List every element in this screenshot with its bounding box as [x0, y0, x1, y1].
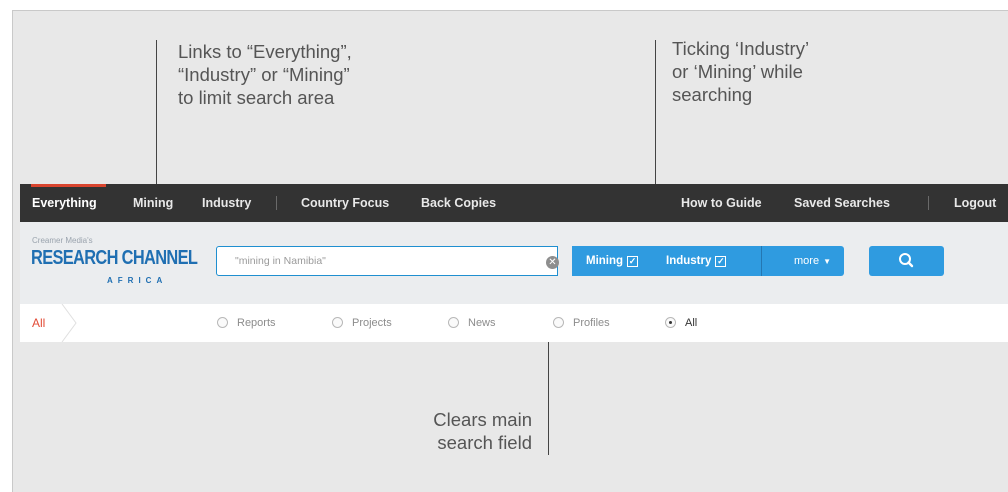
nav-everything[interactable]: Everything	[32, 184, 97, 222]
radio-unchecked-icon	[217, 316, 228, 328]
nav-saved-searches[interactable]: Saved Searches	[794, 184, 890, 222]
radio-news-label: News	[468, 317, 496, 329]
nav-divider	[276, 196, 277, 210]
search-button[interactable]	[869, 246, 944, 276]
checkbox-checked-icon: ✓	[627, 256, 639, 267]
checkbox-checked-icon: ✓	[715, 256, 727, 267]
caret-down-icon: ▼	[823, 257, 831, 266]
filter-divider	[761, 246, 762, 276]
result-type-row: All Reports Projects News Profiles All	[20, 304, 1008, 342]
more-label: more	[794, 255, 820, 267]
radio-all[interactable]: All	[665, 304, 697, 342]
clear-annotation: Clears main search field	[433, 409, 532, 453]
radio-reports-label: Reports	[237, 317, 276, 329]
nav-links-callout-line	[156, 40, 157, 186]
nav-mining[interactable]: Mining	[133, 184, 173, 222]
nav-how-to-guide[interactable]: How to Guide	[681, 184, 762, 222]
filter-mining-checkbox[interactable]: Mining ✓	[586, 246, 639, 276]
radio-profiles-label: Profiles	[573, 317, 610, 329]
breadcrumb-all[interactable]: All	[32, 304, 45, 342]
nav-logout[interactable]: Logout	[954, 184, 996, 222]
radio-projects[interactable]: Projects	[332, 304, 392, 342]
logo-subtitle: AFRICA	[107, 276, 168, 285]
search-header: Creamer Media's RESEARCH CHANNEL AFRICA …	[20, 222, 1008, 304]
breadcrumb-chevron-icon	[61, 304, 77, 342]
search-input[interactable]	[216, 246, 558, 276]
radio-checked-icon	[665, 316, 676, 328]
screenshot-canvas: Links to “Everything”, “Industry” or “Mi…	[0, 0, 1008, 492]
more-dropdown[interactable]: more ▼	[794, 246, 831, 276]
logo-publisher-text: Creamer Media's	[32, 236, 93, 245]
radio-reports[interactable]: Reports	[217, 304, 276, 342]
radio-unchecked-icon	[553, 316, 564, 328]
radio-unchecked-icon	[448, 316, 459, 328]
radio-profiles[interactable]: Profiles	[553, 304, 610, 342]
nav-country-focus[interactable]: Country Focus	[301, 184, 389, 222]
ticking-annotation: Ticking ‘Industry’ or ‘Mining’ while sea…	[672, 38, 810, 105]
filter-industry-label: Industry	[666, 255, 712, 267]
radio-dot	[669, 320, 672, 324]
logo-wordmark[interactable]: RESEARCH CHANNEL	[31, 247, 198, 270]
nav-back-copies[interactable]: Back Copies	[421, 184, 496, 222]
search-filter-group: Mining ✓ Industry ✓ more ▼	[572, 246, 844, 276]
radio-unchecked-icon	[332, 316, 343, 328]
nav-divider	[928, 196, 929, 210]
filter-mining-label: Mining	[586, 255, 624, 267]
nav-links-annotation: Links to “Everything”, “Industry” or “Mi…	[178, 41, 352, 108]
search-icon	[899, 253, 914, 268]
radio-all-label: All	[685, 317, 698, 329]
filter-industry-checkbox[interactable]: Industry ✓	[666, 246, 727, 276]
radio-projects-label: Projects	[352, 317, 392, 329]
nav-industry[interactable]: Industry	[202, 184, 251, 222]
clear-icon[interactable]: ✕	[546, 256, 559, 269]
top-nav-bar: Everything Mining Industry Country Focus…	[20, 184, 1008, 222]
radio-news[interactable]: News	[448, 304, 496, 342]
